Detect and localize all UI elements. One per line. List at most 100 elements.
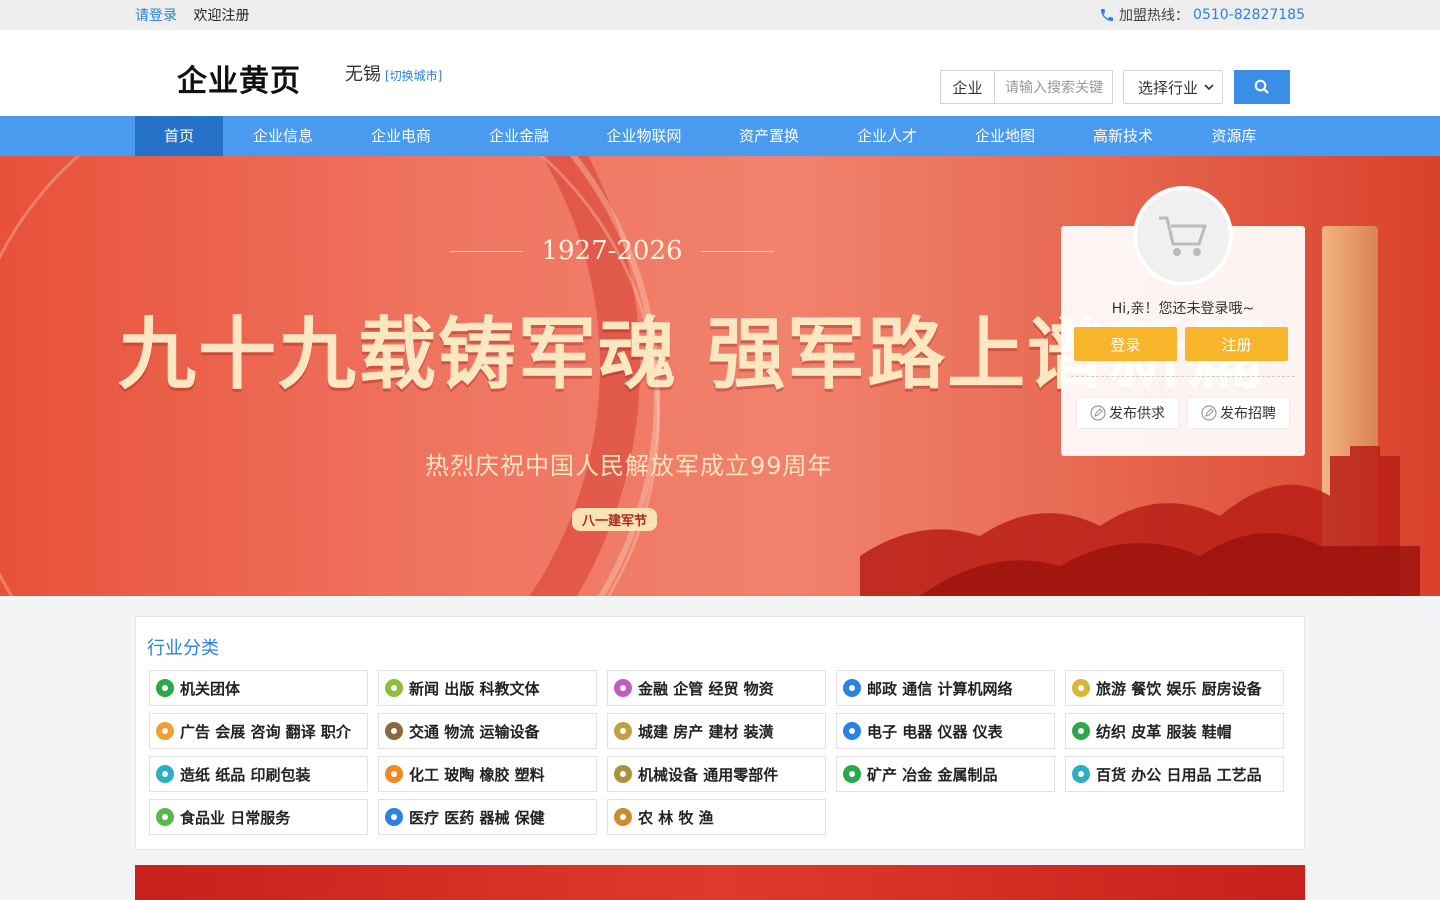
category-label: 纺织 皮革 服装 鞋帽 (1096, 722, 1232, 741)
nav-talent[interactable]: 企业人才 (829, 116, 945, 156)
category-item[interactable]: 金融 企管 经贸 物资 (607, 670, 826, 706)
pen-icon (385, 679, 403, 697)
category-item[interactable]: 纺织 皮革 服装 鞋帽 (1065, 713, 1284, 749)
shopping-cart-icon (1159, 216, 1207, 256)
nav-home[interactable]: 首页 (135, 116, 223, 156)
post-job-button[interactable]: 发布招聘 (1187, 397, 1290, 429)
login-button[interactable]: 登录 (1074, 327, 1177, 361)
section-title: 行业分类 (147, 638, 219, 659)
category-item[interactable]: 百货 办公 日用品 工艺品 (1065, 756, 1284, 792)
category-label: 广告 会展 咨询 翻译 职介 (180, 722, 351, 741)
truck-icon (385, 722, 403, 740)
search-icon (1254, 79, 1269, 94)
edit-icon (1201, 405, 1217, 421)
chevron-down-icon (1204, 84, 1214, 91)
nav-company-info[interactable]: 企业信息 (223, 116, 343, 156)
category-label: 新闻 出版 科教文体 (409, 679, 540, 698)
category-label: 农 林 牧 渔 (638, 808, 714, 827)
category-label: 城建 房产 建材 装潢 (638, 722, 774, 741)
nav-hitech[interactable]: 高新技术 (1065, 116, 1181, 156)
wheat-icon (614, 808, 632, 826)
hotline: 加盟热线： 0510-82827185 (1099, 5, 1305, 25)
banner-years-text: 1927-2026 (541, 236, 683, 266)
category-item[interactable]: 机关团体 (149, 670, 368, 706)
category-item[interactable]: 邮政 通信 计算机网络 (836, 670, 1055, 706)
category-label: 旅游 餐饮 娱乐 厨房设备 (1096, 679, 1262, 698)
category-label: 金融 企管 经贸 物资 (638, 679, 774, 698)
category-label: 矿产 冶金 金属制品 (867, 765, 998, 784)
category-item[interactable]: 旅游 餐饮 娱乐 厨房设备 (1065, 670, 1284, 706)
post-supply-label: 发布供求 (1109, 406, 1165, 422)
current-city: 无锡 (345, 64, 381, 85)
post-supply-button[interactable]: 发布供求 (1076, 397, 1179, 429)
login-link[interactable]: 请登录 (135, 8, 177, 24)
hotline-number: 0510-82827185 (1193, 7, 1305, 23)
site-logo[interactable]: 企业黄页 (177, 56, 301, 100)
category-label: 百货 办公 日用品 工艺品 (1096, 765, 1262, 784)
megaphone-icon (156, 722, 174, 740)
banner-subtitle: 热烈庆祝中国人民解放军成立99周年 (425, 452, 833, 480)
nav-map[interactable]: 企业地图 (945, 116, 1065, 156)
category-label: 交通 物流 运输设备 (409, 722, 540, 741)
search-button[interactable] (1234, 70, 1290, 104)
switch-city-link[interactable]: [切换城市] (385, 69, 442, 83)
gear-icon (614, 765, 632, 783)
register-link[interactable]: 欢迎注册 (193, 8, 249, 24)
cross-icon (385, 808, 403, 826)
category-item[interactable]: 医疗 医药 器械 保健 (378, 799, 597, 835)
house-icon (614, 722, 632, 740)
category-item[interactable]: 城建 房产 建材 装潢 (607, 713, 826, 749)
phone-icon (1101, 9, 1114, 21)
nav-finance[interactable]: 企业金融 (459, 116, 579, 156)
palm-icon (1072, 679, 1090, 697)
coin-icon (614, 679, 632, 697)
category-item[interactable]: 机械设备 通用零部件 (607, 756, 826, 792)
computer-icon (843, 679, 861, 697)
rocket-icon (843, 722, 861, 740)
category-label: 邮政 通信 计算机网络 (867, 679, 1013, 698)
category-label: 医疗 医药 器械 保健 (409, 808, 545, 827)
category-label: 食品业 日常服务 (180, 808, 291, 827)
category-item[interactable]: 食品业 日常服务 (149, 799, 368, 835)
category-grid: 机关团体 新闻 出版 科教文体 金融 企管 经贸 物资 邮政 通信 计算机网络 旅游 餐… (149, 670, 1284, 835)
leaf-icon (156, 808, 174, 826)
search-bar: 企业 请输入搜索关键 选择行业 (940, 70, 1290, 104)
nav-resources[interactable]: 资源库 (1181, 116, 1287, 156)
shirt-icon (1072, 722, 1090, 740)
secondary-banner[interactable] (135, 865, 1305, 900)
category-label: 机械设备 通用零部件 (638, 765, 779, 784)
category-item[interactable]: 矿产 冶金 金属制品 (836, 756, 1055, 792)
paper-icon (156, 765, 174, 783)
category-item[interactable]: 广告 会展 咨询 翻译 职介 (149, 713, 368, 749)
category-item[interactable]: 电子 电器 仪器 仪表 (836, 713, 1055, 749)
search-type-select[interactable]: 企业 (940, 70, 994, 104)
industry-select[interactable]: 选择行业 (1123, 70, 1223, 104)
category-item[interactable]: 农 林 牧 渔 (607, 799, 826, 835)
flask-icon (385, 765, 403, 783)
umbrella-icon (1072, 765, 1090, 783)
post-job-label: 发布招聘 (1220, 406, 1276, 422)
category-item[interactable]: 交通 物流 运输设备 (378, 713, 597, 749)
category-item[interactable]: 新闻 出版 科教文体 (378, 670, 597, 706)
nav-iot[interactable]: 企业物联网 (579, 116, 709, 156)
divider (1071, 376, 1295, 377)
city-selector: 无锡 [切换城市] (345, 60, 442, 86)
ore-icon (843, 765, 861, 783)
banner-badge: 八一建军节 (572, 508, 658, 531)
category-item[interactable]: 造纸 纸品 印刷包装 (149, 756, 368, 792)
category-item[interactable]: 化工 玻陶 橡胶 塑料 (378, 756, 597, 792)
category-label: 造纸 纸品 印刷包装 (180, 765, 311, 784)
header: 企业黄页 无锡 [切换城市] 企业 请输入搜索关键 选择行业 (0, 30, 1440, 116)
register-button[interactable]: 注册 (1185, 327, 1288, 361)
edit-icon (1090, 405, 1106, 421)
main-nav: 首页 企业信息 企业电商 企业金融 企业物联网 资产置换 企业人才 企业地图 高… (0, 116, 1440, 156)
category-label: 机关团体 (180, 679, 241, 698)
industry-categories: 行业分类 机关团体 新闻 出版 科教文体 金融 企管 经贸 物资 邮政 通信 计算机网… (135, 616, 1305, 850)
industry-select-value: 选择行业 (1138, 78, 1199, 97)
nav-ecommerce[interactable]: 企业电商 (343, 116, 459, 156)
nav-asset-exchange[interactable]: 资产置换 (709, 116, 829, 156)
avatar (1133, 186, 1233, 286)
category-label: 电子 电器 仪器 仪表 (867, 722, 1003, 741)
search-input[interactable]: 请输入搜索关键 (994, 70, 1113, 104)
category-label: 化工 玻陶 橡胶 塑料 (409, 765, 545, 784)
